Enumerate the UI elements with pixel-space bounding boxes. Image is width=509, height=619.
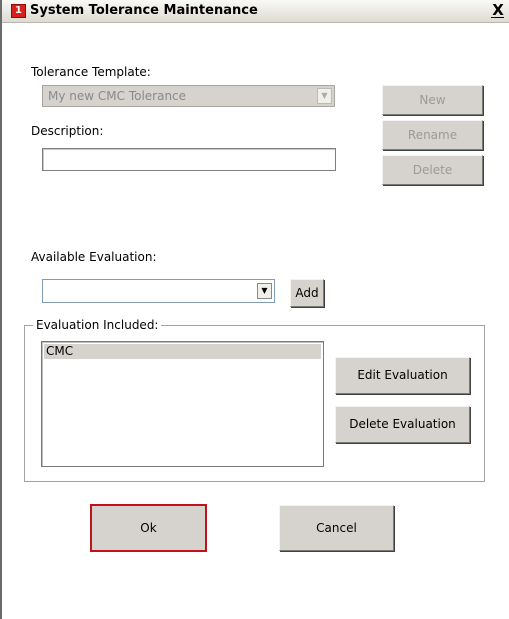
delete-template-button[interactable]: Delete xyxy=(382,155,483,185)
new-button[interactable]: New xyxy=(382,85,483,115)
evaluation-included-legend: Evaluation Included: xyxy=(33,318,162,333)
rename-button[interactable]: Rename xyxy=(382,120,483,150)
tolerance-template-label: Tolerance Template: xyxy=(31,65,151,79)
close-icon[interactable]: X xyxy=(490,2,506,19)
title-bar[interactable]: 1 System Tolerance Maintenance X xyxy=(2,0,509,23)
description-label: Description: xyxy=(31,124,104,138)
app-icon[interactable]: 1 xyxy=(11,4,26,18)
edit-evaluation-button[interactable]: Edit Evaluation xyxy=(335,357,470,394)
tolerance-template-dropdown[interactable]: My new CMC Tolerance ▼ xyxy=(42,85,335,107)
dropdown-arrow-icon[interactable]: ▼ xyxy=(317,88,332,104)
list-item[interactable]: CMC xyxy=(44,344,321,359)
dialog-window: 1 System Tolerance Maintenance X Toleran… xyxy=(0,0,509,619)
dropdown-arrow-icon[interactable]: ▼ xyxy=(257,283,272,299)
available-evaluation-label: Available Evaluation: xyxy=(31,250,157,264)
add-evaluation-button[interactable]: Add xyxy=(290,279,324,307)
window-title: System Tolerance Maintenance xyxy=(30,3,258,18)
evaluation-included-list[interactable]: CMC xyxy=(41,341,324,467)
delete-evaluation-button[interactable]: Delete Evaluation xyxy=(335,406,470,443)
description-field[interactable] xyxy=(42,148,336,171)
available-evaluation-dropdown[interactable]: ▼ xyxy=(42,279,275,303)
cancel-button[interactable]: Cancel xyxy=(279,505,394,551)
tolerance-template-value: My new CMC Tolerance xyxy=(48,89,187,103)
ok-button[interactable]: Ok xyxy=(90,504,207,552)
